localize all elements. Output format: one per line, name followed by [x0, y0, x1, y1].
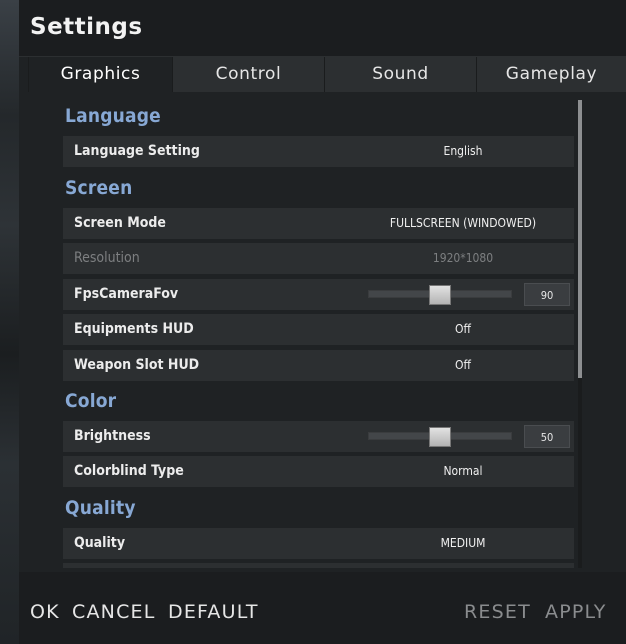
setting-row-resolution: Resolution 1920*1080 — [63, 243, 574, 274]
footer-bar: OK CANCEL DEFAULT RESET APPLY — [19, 572, 626, 644]
fov-value-box[interactable]: 90 — [524, 283, 570, 306]
section-title-language: Language — [65, 105, 161, 127]
setting-row-partial[interactable] — [63, 563, 574, 568]
settings-content: Language Language Setting English Screen… — [19, 92, 626, 568]
setting-row-colorblind-type[interactable]: Colorblind Type Normal — [63, 456, 574, 487]
ok-button[interactable]: OK — [30, 601, 60, 623]
tab-control[interactable]: Control — [172, 57, 324, 92]
apply-button[interactable]: APPLY — [545, 601, 607, 623]
tab-graphics[interactable]: Graphics — [28, 57, 172, 92]
language-value[interactable]: English — [383, 136, 543, 167]
setting-label: Weapon Slot HUD — [74, 357, 200, 373]
setting-row-quality[interactable]: Quality MEDIUM — [63, 528, 574, 559]
setting-row-weapon-slot-hud[interactable]: Weapon Slot HUD Off — [63, 350, 574, 381]
resolution-value: 1920*1080 — [432, 251, 494, 265]
section-title-color: Color — [65, 390, 117, 412]
setting-label: Equipments HUD — [74, 321, 194, 337]
section-title-quality: Quality — [65, 497, 136, 519]
title-bar: Settings — [19, 0, 626, 57]
setting-label: Language Setting — [74, 143, 200, 159]
setting-row-screen-mode[interactable]: Screen Mode FULLSCREEN (WINDOWED) — [63, 208, 574, 239]
tab-bar: Graphics Control Sound Gameplay — [28, 57, 626, 92]
equipments-hud-value[interactable]: Off — [383, 314, 543, 345]
default-button[interactable]: DEFAULT — [168, 601, 259, 623]
setting-row-brightness[interactable]: Brightness 50 — [63, 421, 574, 452]
setting-label: Colorblind Type — [74, 463, 184, 479]
screen-mode-value[interactable]: FULLSCREEN (WINDOWED) — [383, 208, 543, 239]
section-title-screen: Screen — [65, 177, 133, 199]
background-scene — [0, 0, 19, 644]
quality-value[interactable]: MEDIUM — [383, 528, 543, 559]
fov-slider-handle[interactable] — [429, 285, 451, 305]
setting-label: Resolution — [74, 250, 140, 266]
tab-sound[interactable]: Sound — [324, 57, 476, 92]
setting-label: Screen Mode — [74, 215, 166, 231]
setting-label: Quality — [74, 535, 126, 551]
tab-gameplay[interactable]: Gameplay — [476, 57, 626, 92]
setting-row-language[interactable]: Language Setting English — [63, 136, 574, 167]
setting-row-equipments-hud[interactable]: Equipments HUD Off — [63, 314, 574, 345]
setting-label: Brightness — [74, 428, 151, 444]
brightness-value-box[interactable]: 50 — [524, 425, 570, 448]
reset-button[interactable]: RESET — [464, 601, 531, 623]
cancel-button[interactable]: CANCEL — [72, 601, 156, 623]
brightness-slider-handle[interactable] — [429, 427, 451, 447]
settings-window: Settings Graphics Control Sound Gameplay… — [19, 0, 626, 644]
weapon-slot-hud-value[interactable]: Off — [383, 350, 543, 381]
window-title: Settings — [30, 14, 143, 40]
setting-label: FpsCameraFov — [74, 286, 179, 302]
scrollbar-thumb[interactable] — [578, 100, 582, 378]
setting-row-fps-camera-fov[interactable]: FpsCameraFov 90 — [63, 279, 574, 310]
colorblind-type-value[interactable]: Normal — [383, 456, 543, 487]
